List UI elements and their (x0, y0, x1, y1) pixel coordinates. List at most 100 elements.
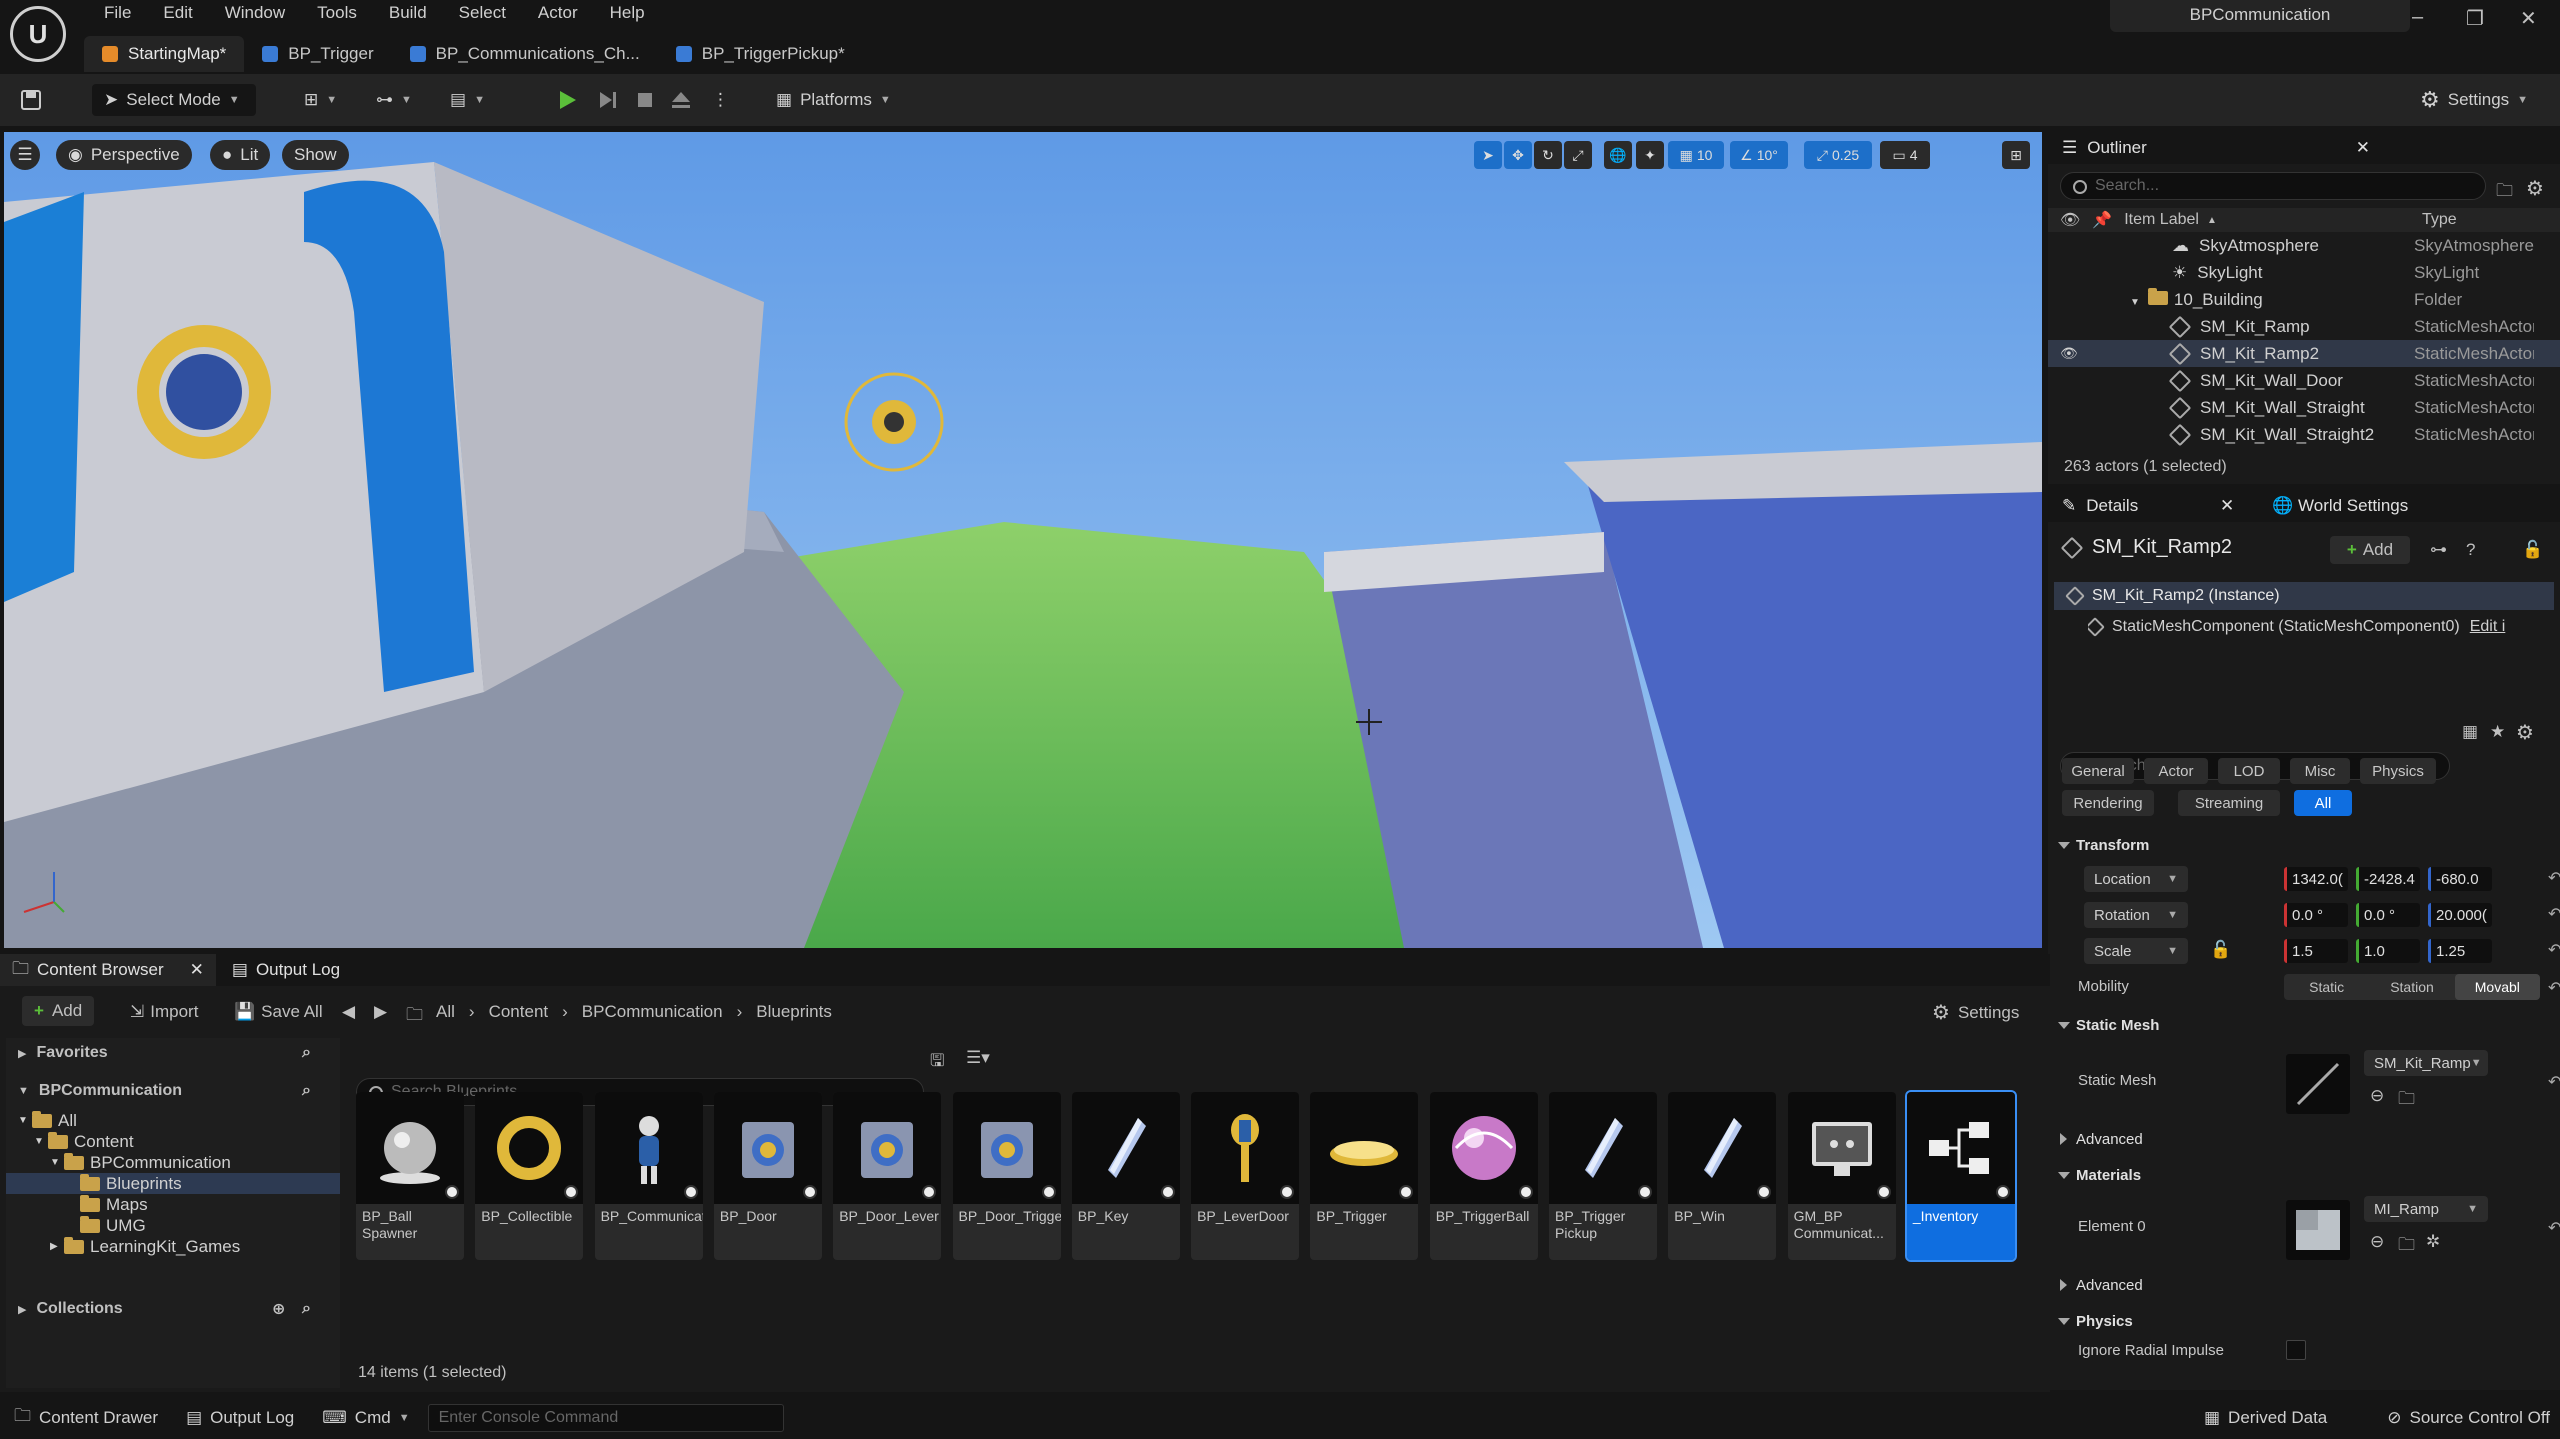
menu-help[interactable]: Help (594, 0, 661, 26)
cb-settings-button[interactable]: ⚙ Settings (1932, 1000, 2019, 1025)
asset-tile[interactable]: BP_Win (1668, 1092, 1777, 1260)
add-component-button[interactable]: + Add (2330, 536, 2410, 564)
asset-tile[interactable]: BP_Ball Spawner (356, 1092, 464, 1260)
star-icon[interactable]: ★ (2490, 722, 2505, 742)
material-options-icon[interactable]: ✲ (2426, 1232, 2440, 1252)
close-icon[interactable]: ✕ (2356, 138, 2370, 158)
viewport-menu-icon[interactable]: ☰ (10, 140, 40, 170)
outliner-row[interactable]: SM_Kit_Wall_Straight StaticMeshActor (2048, 394, 2560, 421)
chevron-down-icon[interactable]: ▼ (50, 1157, 64, 1168)
static-mesh-dropdown[interactable]: SM_Kit_Ramp ▼ (2364, 1050, 2488, 1076)
asset-tile[interactable]: BP_LeverDoor (1191, 1092, 1300, 1260)
asset-tile[interactable]: BP_Door (713, 1092, 822, 1260)
lock-icon[interactable]: 🔓 (2210, 940, 2231, 960)
asset-tile[interactable]: BP_Door_Trigger (952, 1092, 1061, 1260)
transform-section[interactable]: Transform (2048, 830, 2558, 860)
asset-tile[interactable]: BP_Communicat..._Character (594, 1092, 703, 1260)
import-button[interactable]: ⇲ Import (130, 1002, 198, 1022)
details-tab[interactable]: Details (2086, 496, 2138, 516)
edit-link[interactable]: Edit i (2470, 618, 2506, 636)
location-y-field[interactable]: -2428.4 (2356, 867, 2420, 891)
grid-snap-button[interactable]: ▦ 10 (1668, 141, 1724, 169)
favorites-header[interactable]: ▶ Favorites ⌕ (6, 1038, 340, 1068)
breadcrumb-bpcommunication[interactable]: BPCommunication (582, 1002, 723, 1022)
world-space-icon[interactable]: 🌐 (1604, 141, 1632, 169)
chevron-down-icon[interactable]: ▼ (18, 1115, 32, 1126)
rotation-dropdown[interactable]: Rotation ▼ (2084, 902, 2188, 928)
outliner-row[interactable]: ☀ SkyLight SkyLight (2048, 259, 2560, 286)
breadcrumb-blueprints[interactable]: Blueprints (756, 1002, 832, 1022)
component-instance-row[interactable]: SM_Kit_Ramp2 (Instance) (2054, 582, 2554, 610)
menu-tools[interactable]: Tools (301, 0, 373, 26)
rotation-x-field[interactable]: 0.0 ° (2284, 903, 2348, 927)
source-control-button[interactable]: ⊘ Source Control Off (2387, 1408, 2550, 1428)
location-z-field[interactable]: -680.0 (2428, 867, 2492, 891)
select-mode-dropdown[interactable]: ➤ Select Mode ▼ (92, 84, 256, 116)
category-misc[interactable]: Misc (2290, 758, 2350, 784)
chevron-right-icon[interactable]: ▶ (50, 1241, 64, 1252)
asset-tile[interactable]: BP_Door_Lever (833, 1092, 942, 1260)
add-actor-button[interactable]: ⊞ ▼ (304, 84, 337, 116)
folder-tree-item[interactable]: Blueprints (6, 1173, 340, 1194)
reset-icon[interactable]: ↶ (2548, 978, 2560, 998)
gear-icon[interactable]: ⚙ (2526, 176, 2544, 201)
asset-tile[interactable]: BP_Key (1071, 1092, 1180, 1260)
back-icon[interactable]: ◀ (342, 1002, 355, 1022)
rotation-snap-button[interactable]: ∠ 10° (1730, 141, 1788, 169)
outliner-row[interactable]: SM_Kit_Wall_Door StaticMeshActor (2048, 367, 2560, 394)
unreal-logo-icon[interactable]: U (10, 6, 66, 62)
maximize-button[interactable]: ❐ (2466, 6, 2484, 31)
close-icon[interactable]: ✕ (190, 960, 204, 980)
play-options-icon[interactable]: ⋮ (712, 84, 729, 116)
category-all[interactable]: All (2294, 790, 2352, 816)
static-mesh-advanced[interactable]: Advanced (2048, 1124, 2558, 1154)
folder-tree-item[interactable]: UMG (6, 1215, 340, 1236)
advance-frame-button[interactable] (596, 84, 618, 116)
location-x-field[interactable]: 1342.0( (2284, 867, 2348, 891)
breadcrumb-all[interactable]: All (436, 1002, 455, 1022)
output-log-button[interactable]: ▤ Output Log (186, 1408, 294, 1428)
rotation-z-field[interactable]: 20.000( (2428, 903, 2492, 927)
tab-bp-communications[interactable]: BP_Communications_Ch... (392, 36, 658, 72)
location-dropdown[interactable]: Location ▼ (2084, 866, 2188, 892)
level-viewport[interactable]: ☰ ◉ Perspective ● Lit Show ➤ ✥ ↻ ⤢ 🌐 ✦ ▦… (4, 132, 2042, 948)
folder-tree-item[interactable]: ▼ Content (6, 1131, 340, 1152)
world-settings-tab[interactable]: World Settings (2298, 496, 2408, 516)
type-column[interactable]: Type (2422, 211, 2457, 229)
materials-section[interactable]: Materials (2048, 1160, 2558, 1190)
cinematics-button[interactable]: ▤ ▼ (450, 84, 485, 116)
asset-tile[interactable]: _Inventory (1904, 1090, 2017, 1262)
mobility-movable[interactable]: Movabl (2454, 974, 2540, 1000)
save-icon[interactable] (20, 84, 42, 116)
search-icon[interactable]: ⌕ (302, 1044, 311, 1062)
folder-tree-item[interactable]: ▼ BPCommunication (6, 1152, 340, 1173)
blueprint-convert-icon[interactable]: ⊶ (2430, 540, 2447, 560)
play-button[interactable] (556, 84, 578, 116)
material-thumbnail[interactable] (2286, 1200, 2350, 1260)
menu-actor[interactable]: Actor (522, 0, 594, 26)
reset-icon[interactable]: ↶ (2548, 1072, 2560, 1092)
ignore-radial-impulse-checkbox[interactable] (2286, 1340, 2306, 1360)
tab-starting-map[interactable]: StartingMap* (84, 36, 245, 72)
close-icon[interactable]: ✕ (2220, 496, 2234, 516)
folder-icon[interactable]: 🗀 (2398, 1232, 2415, 1261)
add-button[interactable]: + Add (22, 996, 95, 1026)
eye-icon[interactable]: 👁 (2060, 210, 2080, 230)
reset-icon[interactable]: ↶ (2548, 868, 2560, 888)
save-all-button[interactable]: 💾 Save All (234, 1002, 323, 1022)
scale-snap-button[interactable]: ⤢ 0.25 (1804, 141, 1872, 169)
breadcrumb-content[interactable]: Content (489, 1002, 549, 1022)
chevron-down-icon[interactable]: ▼ (34, 1136, 48, 1147)
materials-advanced[interactable]: Advanced (2048, 1270, 2558, 1300)
derived-data-button[interactable]: ▦ Derived Data (2204, 1408, 2327, 1428)
close-window-button[interactable]: ✕ (2520, 6, 2537, 31)
save-search-icon[interactable]: 🖫 (930, 1048, 944, 1077)
static-mesh-component-row[interactable]: StaticMeshComponent (StaticMeshComponent… (2088, 614, 2558, 640)
folder-icon[interactable]: 🗀 (2398, 1086, 2415, 1115)
scale-dropdown[interactable]: Scale ▼ (2084, 938, 2188, 964)
add-folder-icon[interactable]: 🗀 (2496, 178, 2513, 207)
platforms-dropdown[interactable]: ▦ Platforms ▼ (776, 84, 891, 116)
surface-snap-icon[interactable]: ✦ (1636, 141, 1664, 169)
category-streaming[interactable]: Streaming (2178, 790, 2280, 816)
filter-icon[interactable]: ☰▾ (966, 1048, 990, 1068)
